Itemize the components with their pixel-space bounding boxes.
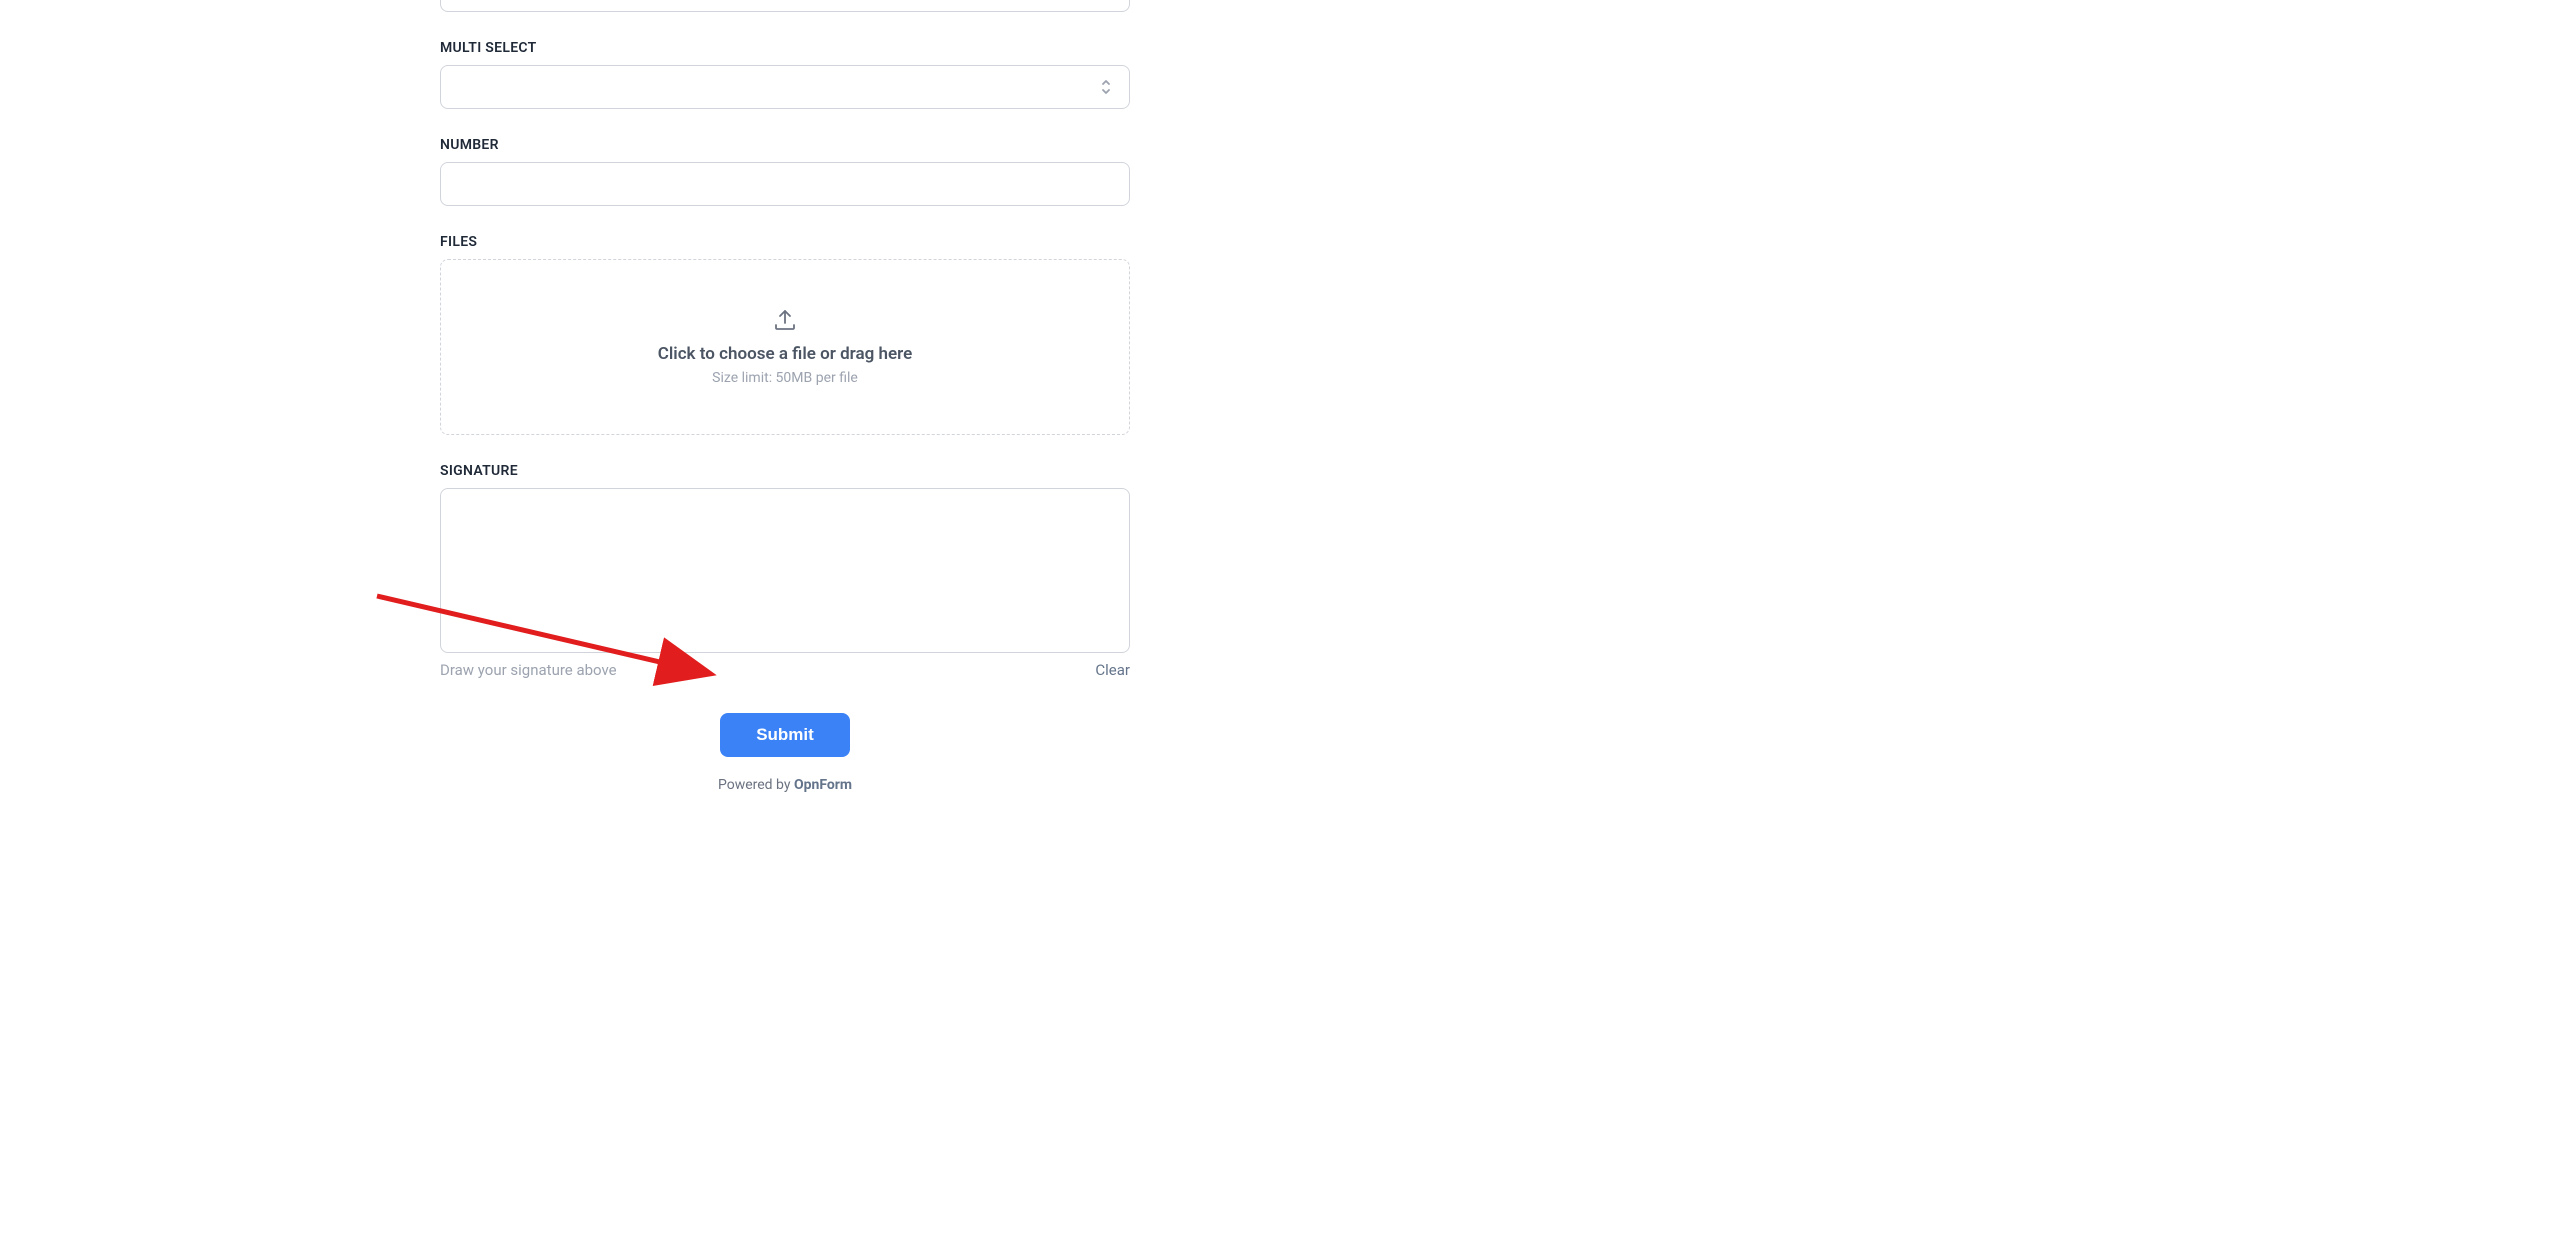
files-field: FILES Click to choose a file or drag her… xyxy=(440,234,1130,435)
previous-field-bottom[interactable] xyxy=(440,0,1130,12)
file-upload-dropzone[interactable]: Click to choose a file or drag here Size… xyxy=(440,259,1130,435)
file-upload-text: Click to choose a file or drag here xyxy=(658,344,913,364)
files-label: FILES xyxy=(440,234,1130,250)
submit-button[interactable]: Submit xyxy=(720,713,850,757)
file-upload-subtext: Size limit: 50MB per file xyxy=(712,370,858,386)
signature-pad[interactable] xyxy=(440,488,1130,653)
multi-select-field: MULTI SELECT xyxy=(440,40,1130,109)
signature-footer: Draw your signature above Clear xyxy=(440,661,1130,679)
number-input[interactable] xyxy=(440,162,1130,206)
signature-hint: Draw your signature above xyxy=(440,661,617,679)
multi-select-label: MULTI SELECT xyxy=(440,40,1130,56)
powered-by-text: Powered by xyxy=(718,777,794,793)
signature-field: SIGNATURE Draw your signature above Clea… xyxy=(440,463,1130,679)
submit-section: Submit Powered by OpnForm xyxy=(440,713,1130,793)
number-label: NUMBER xyxy=(440,137,1130,153)
signature-label: SIGNATURE xyxy=(440,463,1130,479)
multi-select-input[interactable] xyxy=(440,65,1130,109)
powered-by-brand[interactable]: OpnForm xyxy=(794,777,852,793)
powered-by-footer: Powered by OpnForm xyxy=(718,777,852,793)
number-field: NUMBER xyxy=(440,137,1130,206)
signature-clear-button[interactable]: Clear xyxy=(1095,661,1130,679)
upload-icon xyxy=(773,308,797,332)
chevron-up-down-icon xyxy=(1097,78,1115,96)
